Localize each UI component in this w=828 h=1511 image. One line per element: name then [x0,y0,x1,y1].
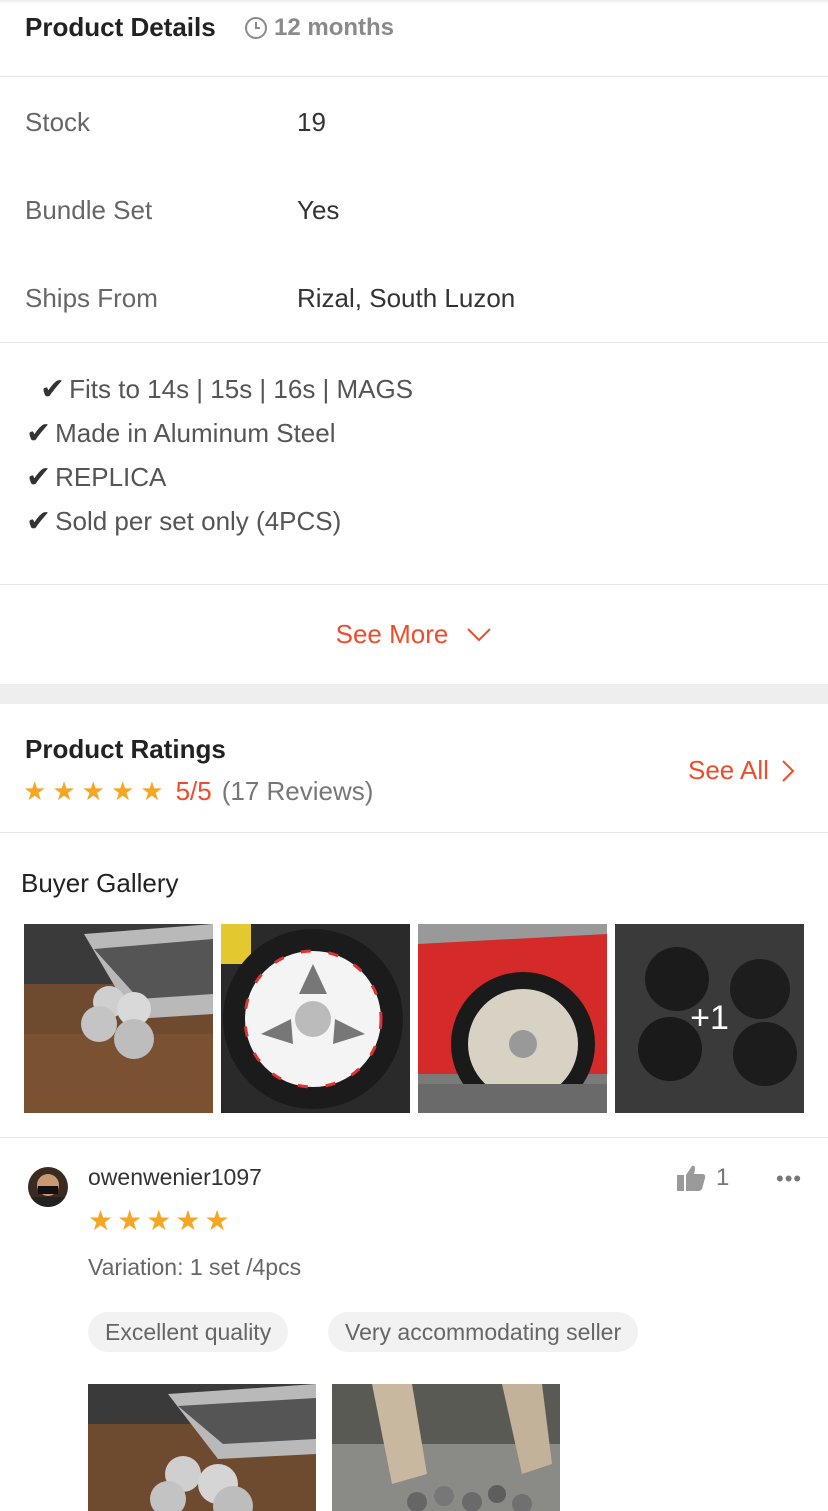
see-more-button[interactable]: See More [0,585,828,684]
description-line: ✔ Fits to 14s | 15s | 16s | MAGS [40,372,413,407]
top-shadow [0,0,828,4]
check-icon: ✔ [26,460,52,495]
description-text: Sold per set only (4PCS) [55,506,342,536]
detail-label-bundle-set: Bundle Set [25,195,153,225]
detail-value-bundle-set: Yes [297,195,340,225]
star-icon: ★ [146,1204,172,1237]
thumbs-up-icon [677,1165,706,1191]
warranty-duration: 12 months [244,14,394,42]
section-separator [0,684,828,704]
star-icon: ★ [204,1204,230,1237]
description-text: Made in Aluminum Steel [55,418,336,448]
review-tag: Very accommodating seller [328,1312,639,1352]
description-line: ✔ REPLICA [26,460,166,495]
description-line: ✔ Sold per set only (4PCS) [26,504,341,539]
review-photo[interactable] [88,1384,316,1511]
star-icon: ★ [140,776,164,807]
detail-label-ships-from: Ships From [25,283,158,313]
detail-value-stock: 19 [297,107,326,137]
more-photos-count: +1 [690,999,729,1037]
gallery-photo-more[interactable]: +1 [615,924,804,1113]
warranty-duration-text: 12 months [274,14,395,41]
star-icon: ★ [52,776,76,807]
product-ratings-title: Product Ratings [25,734,226,764]
star-icon: ★ [117,1204,143,1237]
review-stars: ★ ★ ★ ★ ★ [88,1204,230,1237]
detail-value-ships-from: Rizal, South Luzon [297,283,516,313]
more-options-icon[interactable]: ••• [776,1166,802,1192]
avatar[interactable] [28,1167,68,1207]
see-all-button[interactable]: See All [688,755,795,786]
see-all-label: See All [688,755,769,785]
gallery-photo[interactable] [24,924,213,1113]
like-count: 1 [716,1164,730,1191]
description-line: ✔ Made in Aluminum Steel [26,416,336,451]
product-details-title: Product Details [25,12,216,42]
divider [0,1137,828,1138]
divider [0,342,828,343]
description-text: Fits to 14s | 15s | 16s | MAGS [69,374,414,404]
detail-label-stock: Stock [25,107,91,137]
star-icon: ★ [88,1204,114,1237]
check-icon: ✔ [40,372,66,407]
divider [0,76,828,77]
clock-icon [245,17,267,39]
gallery-photo[interactable] [221,924,410,1113]
like-button[interactable]: 1 [676,1164,729,1192]
divider [0,832,828,833]
rating-summary: ★ ★ ★ ★ ★ 5/5 (17 Reviews) [23,776,373,807]
review-variation: Variation: 1 set /4pcs [88,1254,302,1280]
chevron-down-icon [467,627,492,641]
review-photo[interactable] [332,1384,560,1511]
star-icon: ★ [175,1204,201,1237]
chevron-right-icon [782,759,795,782]
description-text: REPLICA [55,462,167,492]
star-icon: ★ [110,776,135,807]
check-icon: ✔ [26,504,52,539]
buyer-gallery-title: Buyer Gallery [21,868,179,898]
gallery-photo[interactable] [418,924,607,1113]
review-count: (17 Reviews) [221,776,374,806]
star-icon: ★ [23,776,47,807]
see-more-label: See More [335,619,449,649]
review-tag: Excellent quality [88,1312,289,1352]
rating-score: 5/5 [175,776,212,806]
star-icon: ★ [81,776,105,807]
reviewer-username: owenwenier1097 [88,1164,262,1190]
check-icon: ✔ [26,416,52,451]
